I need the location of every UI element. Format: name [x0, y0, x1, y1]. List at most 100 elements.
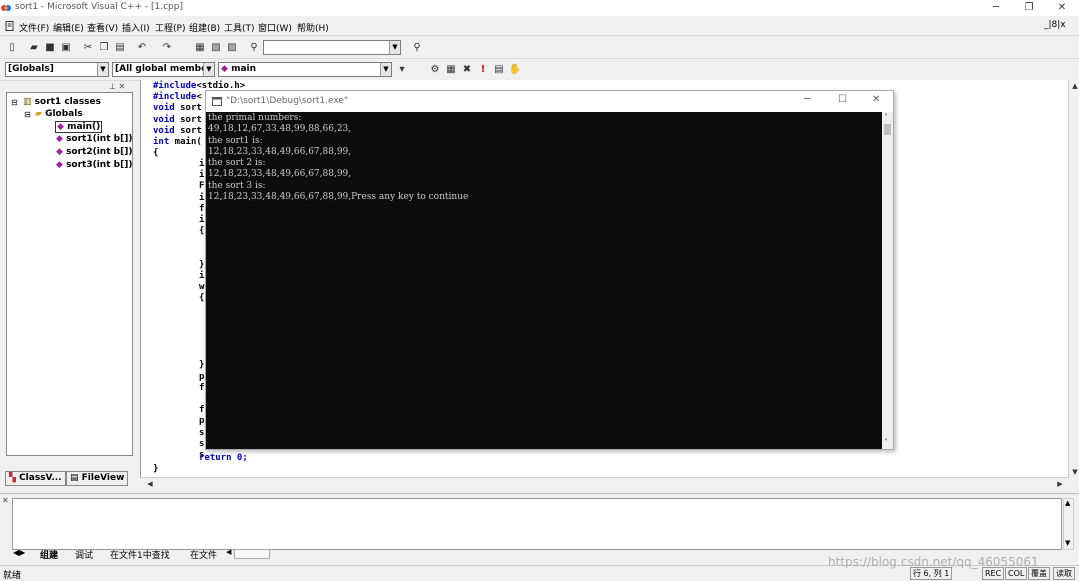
code-inner-lines: i i Fi f i{} i w{} p f f p s s s [199, 159, 204, 461]
console-maximize-button[interactable]: ☐ [838, 94, 847, 105]
menu-file[interactable]: 文件(F) [19, 21, 49, 34]
restore-button[interactable]: ❐ [1018, 1, 1040, 15]
minimize-button[interactable]: ─ [985, 1, 1007, 15]
code-line: i [199, 159, 205, 169]
title-bar: sort1 - Microsoft Visual C++ - [1.cpp] ─… [0, 0, 1079, 16]
console-close-button[interactable]: ✕ [872, 94, 880, 105]
tab-classview[interactable]: ▚ ClassV... [5, 471, 66, 486]
code-text: sort [174, 103, 202, 114]
menu-window[interactable]: 窗口(W) [258, 21, 292, 34]
new-file-icon[interactable]: ▯ [5, 41, 19, 55]
breakpoint-icon[interactable]: ✋ [508, 63, 522, 77]
tab-debug[interactable]: 调试 [75, 548, 93, 561]
save-all-icon[interactable]: ▣ [59, 41, 73, 55]
redo-icon[interactable]: ↷ [160, 41, 174, 55]
menu-edit[interactable]: 编辑(E) [53, 21, 84, 34]
tab-find-in-files-2[interactable]: 在文件 [190, 548, 217, 561]
scroll-up-icon[interactable]: ▲ [1065, 499, 1070, 507]
console-title-bar[interactable]: "D:\sort1\Debug\sort1.exe" ─ ☐ ✕ [206, 91, 893, 112]
save-icon[interactable]: ■ [43, 41, 57, 55]
find-in-files-icon[interactable]: ⚲ [247, 41, 261, 55]
menu-tools[interactable]: 工具(T) [224, 21, 255, 34]
scroll-right-icon[interactable]: ▶ [1054, 478, 1066, 490]
classview-icon: ▚ [9, 473, 16, 483]
editor-horizontal-scrollbar[interactable]: ◀ ▶ [140, 477, 1068, 490]
output-horizontal-scrollbar[interactable] [234, 549, 270, 559]
collapse-icon[interactable]: ⊟ [11, 98, 18, 107]
scroll-down-icon[interactable]: ▼ [1065, 539, 1070, 547]
go-icon[interactable]: ▤ [492, 63, 506, 77]
copy-icon[interactable]: ❐ [97, 41, 111, 55]
collapse-icon[interactable]: ⊟ [24, 110, 31, 119]
code-line: { [199, 226, 205, 237]
tab-label: FileView [81, 473, 125, 483]
menu-build[interactable]: 组建(B) [189, 21, 220, 34]
tab-label: ClassV... [19, 473, 62, 483]
scroll-down-icon[interactable]: ˅ [884, 438, 888, 447]
code-text: sort [174, 114, 202, 125]
undo-icon[interactable]: ↶ [135, 41, 149, 55]
scroll-left-icon[interactable]: ◀ [144, 478, 156, 490]
open-folder-icon[interactable]: ▰ [27, 41, 41, 55]
compile-icon[interactable]: ⚙ [428, 63, 442, 77]
tree-node-label: sort3(int b[]) [66, 160, 133, 170]
console-scrollbar[interactable]: ˄ ˅ [882, 112, 893, 449]
console-window[interactable]: "D:\sort1\Debug\sort1.exe" ─ ☐ ✕ the pri… [205, 90, 894, 450]
function-combo[interactable]: ◆ main ▼ [218, 62, 392, 77]
wizard-action-icon[interactable]: ▾ [395, 63, 409, 77]
scroll-up-icon[interactable]: ▲ [1069, 80, 1079, 92]
tree-node-label: sort2(int b[]) [66, 147, 133, 157]
close-button[interactable]: ✕ [1051, 1, 1073, 15]
execute-icon[interactable]: ! [476, 63, 490, 77]
tree-node-sort2[interactable]: ◆ sort2(int b[]) [56, 147, 132, 157]
chevron-down-icon: ▼ [380, 63, 391, 76]
members-filter-combo[interactable]: [All global members ▼ [112, 62, 215, 77]
menu-view[interactable]: 查看(V) [87, 21, 118, 34]
class-combo[interactable]: [Globals] ▼ [5, 62, 109, 77]
menu-project[interactable]: 工程(P) [155, 21, 185, 34]
tree-node-main[interactable]: ◆ main() [55, 121, 103, 133]
console-icon [212, 97, 222, 106]
output-text-area[interactable] [12, 498, 1062, 550]
tree-node-globals[interactable]: ▰ Globals [35, 109, 83, 119]
tab-scroll-icon[interactable]: ◀▶ [13, 548, 25, 557]
tab-scroll-left-icon[interactable]: ◀ [226, 548, 231, 556]
stop-build-icon[interactable]: ✖ [460, 63, 474, 77]
output-scrollbar[interactable]: ▲ ▼ [1063, 498, 1074, 550]
tab-build[interactable]: 组建 [40, 548, 58, 561]
tree-node-sort1[interactable]: ◆ sort1(int b[]) [56, 134, 132, 144]
cut-icon[interactable]: ✂ [81, 41, 95, 55]
code-line: } [199, 360, 205, 371]
tree-node-sort3[interactable]: ◆ sort3(int b[]) [56, 160, 132, 170]
code-line: F [199, 181, 205, 192]
scroll-up-icon[interactable]: ˄ [884, 113, 888, 122]
find-icon[interactable]: ⚲ [410, 41, 424, 55]
menu-help[interactable]: 帮助(H) [297, 21, 329, 34]
mdi-window-controls[interactable]: _|8|x [1044, 20, 1066, 30]
panel-close-icon[interactable]: ✕ [2, 496, 9, 505]
window-list-icon[interactable]: ▨ [225, 41, 239, 55]
standard-toolbar: ▯ ▰ ■ ▣ ✂ ❐ ▤ ↶ ↷ ▦ ▧ ▨ ⚲ ▼ ⚲ [0, 37, 1079, 59]
menu-insert[interactable]: 插入(I) [122, 21, 150, 34]
tree-node-sort1-classes[interactable]: ▥ sort1 classes [23, 97, 101, 107]
tab-find-in-files-1[interactable]: 在文件1中查找 [110, 548, 170, 561]
console-line: 12,18,23,33,48,49,66,67,88,99, [208, 169, 352, 180]
build-icon[interactable]: ▦ [444, 63, 458, 77]
scroll-down-icon[interactable]: ▼ [1069, 466, 1079, 478]
console-output: the primal numbers: 49,18,12,67,33,48,99,… [206, 112, 882, 449]
tree-node-label: sort1 classes [34, 97, 102, 107]
console-minimize-button[interactable]: ─ [804, 94, 810, 105]
function-combo-value: main [231, 64, 257, 74]
find-combo[interactable]: ▼ [263, 40, 401, 55]
output-window-icon[interactable]: ▧ [209, 41, 223, 55]
code-line: i [199, 192, 205, 203]
console-scroll-thumb[interactable] [884, 124, 891, 135]
paste-icon[interactable]: ▤ [113, 41, 127, 55]
panel-close-icon[interactable]: ⊥ ✕ [109, 82, 125, 91]
workspace-icon[interactable]: ▦ [193, 41, 207, 55]
tab-fileview[interactable]: ▤ FileView [66, 471, 129, 486]
editor-vertical-scrollbar[interactable]: ▲ ▼ [1068, 80, 1079, 478]
